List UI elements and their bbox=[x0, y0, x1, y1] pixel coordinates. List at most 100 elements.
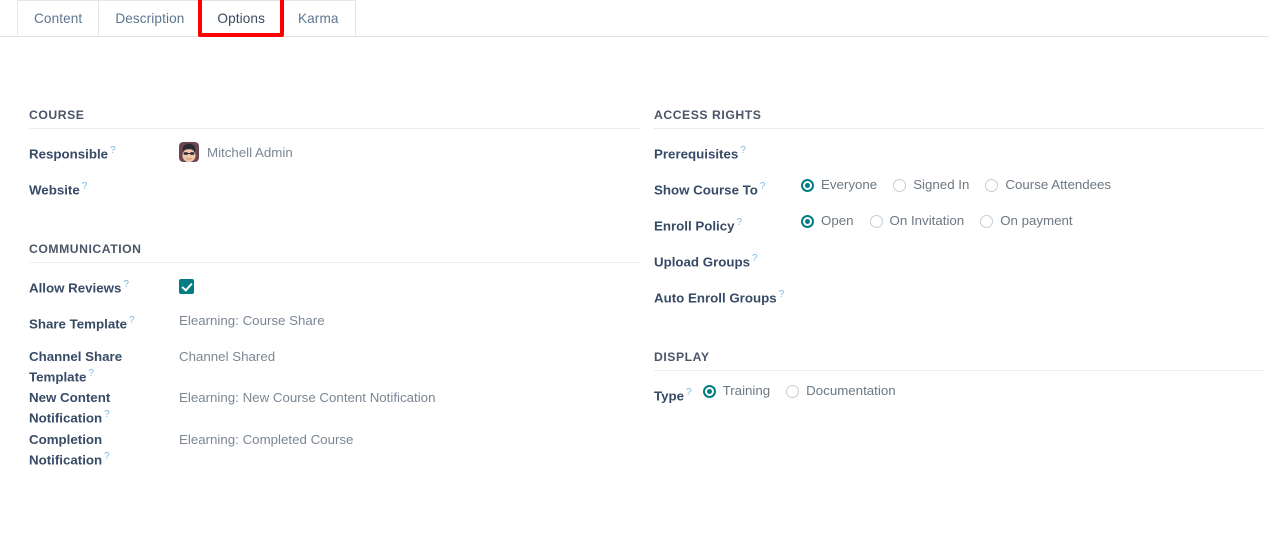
group-title-communication: COMMUNICATION bbox=[29, 242, 640, 263]
field-value-allow-reviews bbox=[179, 274, 194, 294]
help-icon[interactable]: ? bbox=[104, 451, 110, 462]
radio-option-label: Open bbox=[821, 213, 854, 228]
label-text: Enroll Policy bbox=[654, 218, 735, 234]
group-communication: COMMUNICATION Allow Reviews? Share Templ… bbox=[29, 212, 640, 468]
label-text: Channel Share Template bbox=[29, 349, 123, 385]
field-type: Type? Training Documentation bbox=[654, 382, 1265, 412]
help-icon[interactable]: ? bbox=[686, 387, 692, 398]
field-share-template: Share Template? Elearning: Course Share bbox=[29, 310, 640, 340]
group-display-rows: Type? Training Documentation bbox=[654, 371, 1265, 412]
enroll-policy-radio-group: Open On Invitation On payment bbox=[801, 212, 1073, 229]
group-access-rights: ACCESS RIGHTS Prerequisites? Show Course… bbox=[654, 37, 1265, 314]
radio-icon[interactable] bbox=[985, 178, 999, 192]
help-icon[interactable]: ? bbox=[104, 409, 110, 420]
tab-label: Description bbox=[115, 11, 185, 26]
field-label-enroll-policy: Enroll Policy? bbox=[654, 212, 801, 234]
label-text: Website bbox=[29, 182, 80, 198]
field-channel-share-template: Channel Share Template? Channel Shared bbox=[29, 346, 640, 385]
field-allow-reviews: Allow Reviews? bbox=[29, 274, 640, 304]
help-icon[interactable]: ? bbox=[752, 253, 758, 264]
label-text: Upload Groups bbox=[654, 254, 751, 270]
help-icon[interactable]: ? bbox=[110, 145, 116, 156]
group-title-course: COURSE bbox=[29, 108, 640, 129]
group-communication-rows: Allow Reviews? Share Template? Elearning… bbox=[29, 263, 640, 468]
field-prerequisites: Prerequisites? bbox=[654, 140, 1265, 170]
label-text: Share Template bbox=[29, 316, 128, 332]
radio-option-course-attendees[interactable]: Course Attendees bbox=[985, 177, 1111, 193]
notebook-tabbar: Content Description Options Karma bbox=[0, 0, 1269, 37]
left-column: COURSE Responsible? Mitchell Admin Websi… bbox=[29, 37, 640, 470]
field-label-upload-groups: Upload Groups? bbox=[654, 248, 801, 270]
field-value-responsible[interactable]: Mitchell Admin bbox=[179, 140, 293, 162]
help-icon[interactable]: ? bbox=[129, 315, 135, 326]
radio-option-label: Signed In bbox=[913, 177, 970, 192]
tab-options[interactable]: Options bbox=[200, 0, 282, 37]
tab-content[interactable]: Content bbox=[17, 0, 100, 36]
help-icon[interactable]: ? bbox=[740, 145, 746, 156]
right-column: ACCESS RIGHTS Prerequisites? Show Course… bbox=[654, 37, 1265, 418]
field-value-channel-share-template[interactable]: Channel Shared bbox=[179, 346, 275, 365]
user-avatar-icon bbox=[179, 142, 199, 162]
tab-label: Content bbox=[34, 11, 83, 26]
help-icon[interactable]: ? bbox=[779, 289, 785, 300]
label-text: Type bbox=[654, 388, 685, 404]
type-radio-group: Training Documentation bbox=[702, 382, 896, 399]
radio-icon[interactable] bbox=[869, 214, 883, 228]
group-display: DISPLAY Type? Training Documentation bbox=[654, 320, 1265, 412]
field-label-channel-share-template: Channel Share Template? bbox=[29, 346, 179, 385]
radio-icon[interactable] bbox=[980, 214, 994, 228]
label-text: New Content Notification bbox=[29, 390, 111, 426]
tab-karma[interactable]: Karma bbox=[280, 0, 356, 36]
group-access-rights-rows: Prerequisites? Show Course To? Everyone bbox=[654, 129, 1265, 314]
radio-icon[interactable] bbox=[786, 384, 800, 398]
form-columns: COURSE Responsible? Mitchell Admin Websi… bbox=[29, 37, 1265, 470]
radio-icon[interactable] bbox=[801, 178, 814, 192]
field-label-website: Website? bbox=[29, 176, 179, 198]
field-label-type: Type? bbox=[654, 382, 703, 404]
radio-option-documentation[interactable]: Documentation bbox=[786, 383, 896, 399]
radio-option-everyone[interactable]: Everyone bbox=[801, 177, 877, 193]
radio-option-label: Course Attendees bbox=[1005, 177, 1112, 192]
field-label-allow-reviews: Allow Reviews? bbox=[29, 274, 179, 296]
field-label-share-template: Share Template? bbox=[29, 310, 179, 332]
field-value-completion-notification[interactable]: Elearning: Completed Course bbox=[179, 429, 353, 448]
radio-option-on-payment[interactable]: On payment bbox=[980, 213, 1073, 229]
help-icon[interactable]: ? bbox=[760, 181, 766, 192]
help-icon[interactable]: ? bbox=[123, 279, 129, 290]
field-auto-enroll-groups: Auto Enroll Groups? bbox=[654, 284, 1265, 314]
field-label-prerequisites: Prerequisites? bbox=[654, 140, 801, 162]
field-show-course-to: Show Course To? Everyone Signed In Cours… bbox=[654, 176, 1265, 206]
allow-reviews-checkbox[interactable] bbox=[179, 279, 194, 294]
radio-option-on-invitation[interactable]: On Invitation bbox=[869, 213, 965, 229]
radio-option-label: On Invitation bbox=[889, 213, 965, 228]
field-label-show-course-to: Show Course To? bbox=[654, 176, 801, 198]
field-upload-groups: Upload Groups? bbox=[654, 248, 1265, 278]
help-icon[interactable]: ? bbox=[82, 181, 88, 192]
help-icon[interactable]: ? bbox=[88, 368, 94, 379]
field-value-new-content-notification[interactable]: Elearning: New Course Content Notificati… bbox=[179, 387, 435, 406]
field-enroll-policy: Enroll Policy? Open On Invitation On pay… bbox=[654, 212, 1265, 242]
field-label-responsible: Responsible? bbox=[29, 140, 179, 162]
radio-option-open[interactable]: Open bbox=[801, 213, 854, 229]
options-form-sheet: COURSE Responsible? Mitchell Admin Websi… bbox=[0, 37, 1269, 470]
tab-label: Karma bbox=[297, 11, 339, 26]
help-icon[interactable]: ? bbox=[737, 217, 743, 228]
label-text: Allow Reviews bbox=[29, 280, 122, 296]
radio-icon[interactable] bbox=[893, 178, 907, 192]
radio-icon[interactable] bbox=[702, 384, 716, 398]
field-value-share-template[interactable]: Elearning: Course Share bbox=[179, 310, 325, 329]
group-course-rows: Responsible? Mitchell Admin Website ? bbox=[29, 129, 640, 206]
radio-option-label: Training bbox=[722, 383, 771, 398]
radio-icon[interactable] bbox=[801, 214, 814, 228]
radio-option-signed-in[interactable]: Signed In bbox=[893, 177, 969, 193]
responsible-name: Mitchell Admin bbox=[207, 144, 293, 160]
tab-description[interactable]: Description bbox=[98, 0, 202, 36]
radio-option-label: Everyone bbox=[821, 177, 878, 192]
label-text: Prerequisites bbox=[654, 146, 739, 162]
field-website: Website? bbox=[29, 176, 640, 206]
radio-option-label: Documentation bbox=[806, 383, 896, 398]
field-completion-notification: Completion Notification? Elearning: Comp… bbox=[29, 429, 640, 468]
radio-option-training[interactable]: Training bbox=[702, 383, 771, 399]
field-label-completion-notification: Completion Notification? bbox=[29, 429, 179, 468]
field-label-new-content-notification: New Content Notification? bbox=[29, 387, 179, 426]
